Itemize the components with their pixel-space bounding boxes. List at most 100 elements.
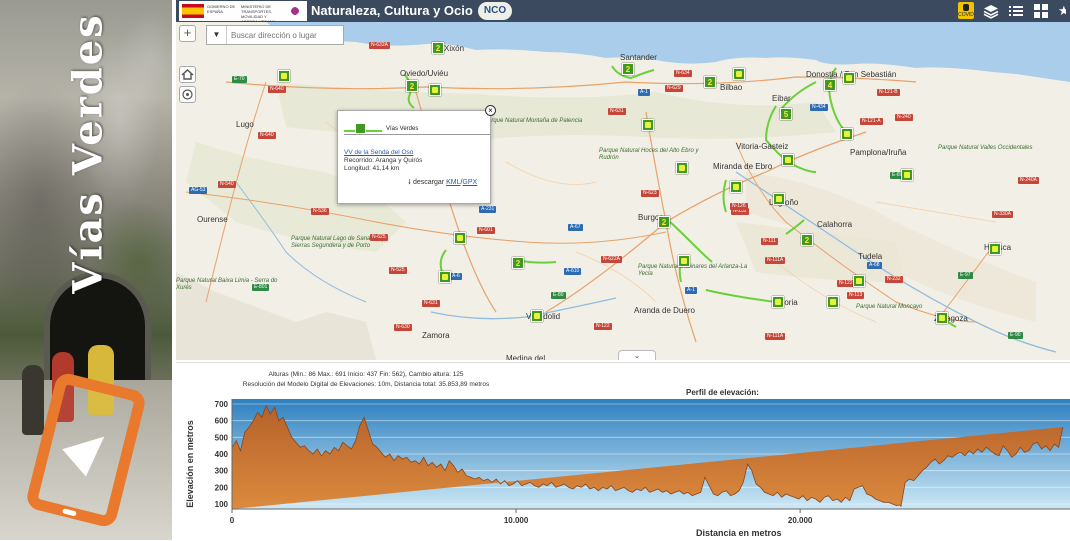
vias-verdes-marker[interactable] xyxy=(853,275,865,287)
star-icon[interactable]: ★ xyxy=(1058,3,1066,19)
road-shield: N-330A xyxy=(992,211,1013,218)
covid-icon[interactable]: COVID xyxy=(958,2,974,19)
city-label-pamplona-iruna: Pamplona/Iruña xyxy=(850,148,907,157)
city-label-eibar: Eibar xyxy=(772,94,791,103)
gov-text: GOBIERNO DE ESPAÑA xyxy=(207,4,236,14)
nco-logo[interactable]: NCO xyxy=(478,2,512,20)
vias-verdes-marker[interactable]: 2 xyxy=(432,42,444,54)
road-shield: N-113 xyxy=(847,292,865,299)
grid-icon[interactable] xyxy=(1033,3,1049,19)
header-toolbar: COVID ★ xyxy=(958,2,1066,19)
vias-verdes-marker[interactable] xyxy=(730,181,742,193)
y-tick-label: 300 xyxy=(215,467,229,476)
vias-verdes-marker[interactable]: 2 xyxy=(622,63,634,75)
vias-verdes-marker[interactable] xyxy=(843,72,855,84)
vias-verdes-marker[interactable] xyxy=(429,84,441,96)
road-shield: N-623 xyxy=(641,190,659,197)
city-label-bilbao: Bilbao xyxy=(720,83,743,92)
search-input[interactable] xyxy=(231,28,341,42)
banner-title: Vías Verdes xyxy=(64,13,112,294)
city-label-calahorra: Calahorra xyxy=(817,220,853,229)
vias-verdes-marker[interactable] xyxy=(782,154,794,166)
road-shield: N-240 xyxy=(895,114,913,121)
popup-legend: Vías Verdes xyxy=(344,123,490,135)
vias-verdes-marker[interactable] xyxy=(678,255,690,267)
road-shield: N-631 xyxy=(422,300,440,307)
vias-verdes-marker[interactable] xyxy=(989,243,1001,255)
vias-verdes-marker[interactable] xyxy=(642,119,654,131)
road-shield: N-126 xyxy=(730,203,748,210)
vias-verdes-marker[interactable]: 2 xyxy=(512,257,524,269)
x-tick-label: 20.000 xyxy=(788,516,813,525)
phone-button-icon xyxy=(62,508,77,517)
download-row: 🠗 descargar KML/GPX xyxy=(408,179,478,186)
city-label-xixon: Xixón xyxy=(444,44,465,53)
road-shield: N-121-B xyxy=(877,89,900,96)
gpx-link[interactable]: GPX xyxy=(462,179,477,186)
y-tick-label: 500 xyxy=(215,433,229,442)
layers-icon[interactable] xyxy=(983,3,999,19)
vias-verdes-marker[interactable]: 2 xyxy=(658,216,670,228)
road-shield: N-625 xyxy=(370,234,388,241)
vias-verdes-marker[interactable] xyxy=(454,232,466,244)
vias-verdes-marker[interactable] xyxy=(531,310,543,322)
city-label-oviedo-uvieu: Oviedo/Uviéu xyxy=(400,69,449,78)
vias-verdes-marker[interactable]: 5 xyxy=(780,108,792,120)
locate-button[interactable] xyxy=(179,86,196,103)
vias-verdes-marker[interactable] xyxy=(841,128,853,140)
vias-verdes-marker[interactable] xyxy=(278,70,290,82)
address-search[interactable]: ▼ xyxy=(206,25,344,45)
ministry-text: MINISTERIO DE TRANSPORTES, MOVILIDAD Y A… xyxy=(241,4,275,24)
road-shield: E-90 xyxy=(1008,332,1023,339)
vias-verdes-marker[interactable]: 4 xyxy=(824,79,836,91)
road-shield: E-97 xyxy=(958,272,973,279)
road-shield: A-231 xyxy=(479,206,497,213)
vias-verdes-marker[interactable]: 2 xyxy=(801,234,813,246)
zoom-in-button[interactable]: + xyxy=(179,25,196,42)
park-label: Parque Natural Hoces del Alto Ebro y Rud… xyxy=(599,148,699,161)
road-shield: A-1 xyxy=(685,287,697,294)
road-shield: A-610 xyxy=(564,268,582,275)
close-icon[interactable]: × xyxy=(485,105,496,116)
road-shield: A-67 xyxy=(568,224,583,231)
vias-verdes-marker[interactable] xyxy=(733,68,745,80)
vias-verdes-marker[interactable]: 2 xyxy=(704,76,716,88)
download-label: descargar xyxy=(412,179,445,186)
elevation-chart[interactable]: 100 200 300 400 500 600 700 0 10.000 20.000 xyxy=(176,363,1070,541)
route-info: Recorrido: Aranga y Quirós Longitud: 41,… xyxy=(344,157,422,173)
road-shield: N-240A xyxy=(1018,177,1039,184)
vias-verdes-marker[interactable] xyxy=(439,271,451,283)
vias-verdes-marker[interactable] xyxy=(901,169,913,181)
vias-verdes-marker[interactable] xyxy=(936,312,948,324)
park-label: Parque Natural Baixa Limia - Serra do Xu… xyxy=(176,278,278,291)
road-shield: N-640 xyxy=(268,86,286,93)
road-shield: N-121-A xyxy=(860,118,883,125)
city-label-lugo: Lugo xyxy=(236,120,254,129)
vias-verdes-marker[interactable]: 2 xyxy=(406,80,418,92)
road-shield: N-601 xyxy=(477,227,495,234)
ministry-mark-icon xyxy=(287,6,303,16)
road-shield: N-111A xyxy=(765,333,786,340)
road-shield: N-232 xyxy=(885,276,903,283)
search-dropdown-icon[interactable]: ▼ xyxy=(207,26,227,44)
list-icon[interactable] xyxy=(1008,3,1024,19)
vias-verdes-marker[interactable] xyxy=(772,296,784,308)
road-shield: N-122 xyxy=(837,280,855,287)
app-header: GOBIERNO DE ESPAÑA MINISTERIO DE TRANSPO… xyxy=(176,0,1070,24)
home-button[interactable] xyxy=(179,66,196,83)
route-name-link[interactable]: VV de la Senda del Oso xyxy=(344,149,413,156)
ministry-logo[interactable]: GOBIERNO DE ESPAÑA MINISTERIO DE TRANSPO… xyxy=(179,1,307,24)
vias-verdes-marker[interactable] xyxy=(676,162,688,174)
vias-verdes-marker[interactable] xyxy=(773,193,785,205)
vias-verdes-icon xyxy=(355,123,366,134)
road-shield: E-70 xyxy=(232,76,247,83)
road-shield: A-1 xyxy=(638,89,650,96)
vias-verdes-marker[interactable] xyxy=(827,296,839,308)
park-label: Parque Natural Valles Occidentales xyxy=(938,145,1033,151)
map-view[interactable]: Parque Natural Montaña de Palencia Parque… xyxy=(176,22,1070,360)
app-title: Naturaleza, Cultura y Ocio xyxy=(311,3,473,18)
kml-link[interactable]: KML xyxy=(446,179,460,186)
road-shield: N-630 xyxy=(394,324,412,331)
y-tick-label: 700 xyxy=(215,400,229,409)
collapse-profile-button[interactable]: ⌄ xyxy=(618,350,656,360)
